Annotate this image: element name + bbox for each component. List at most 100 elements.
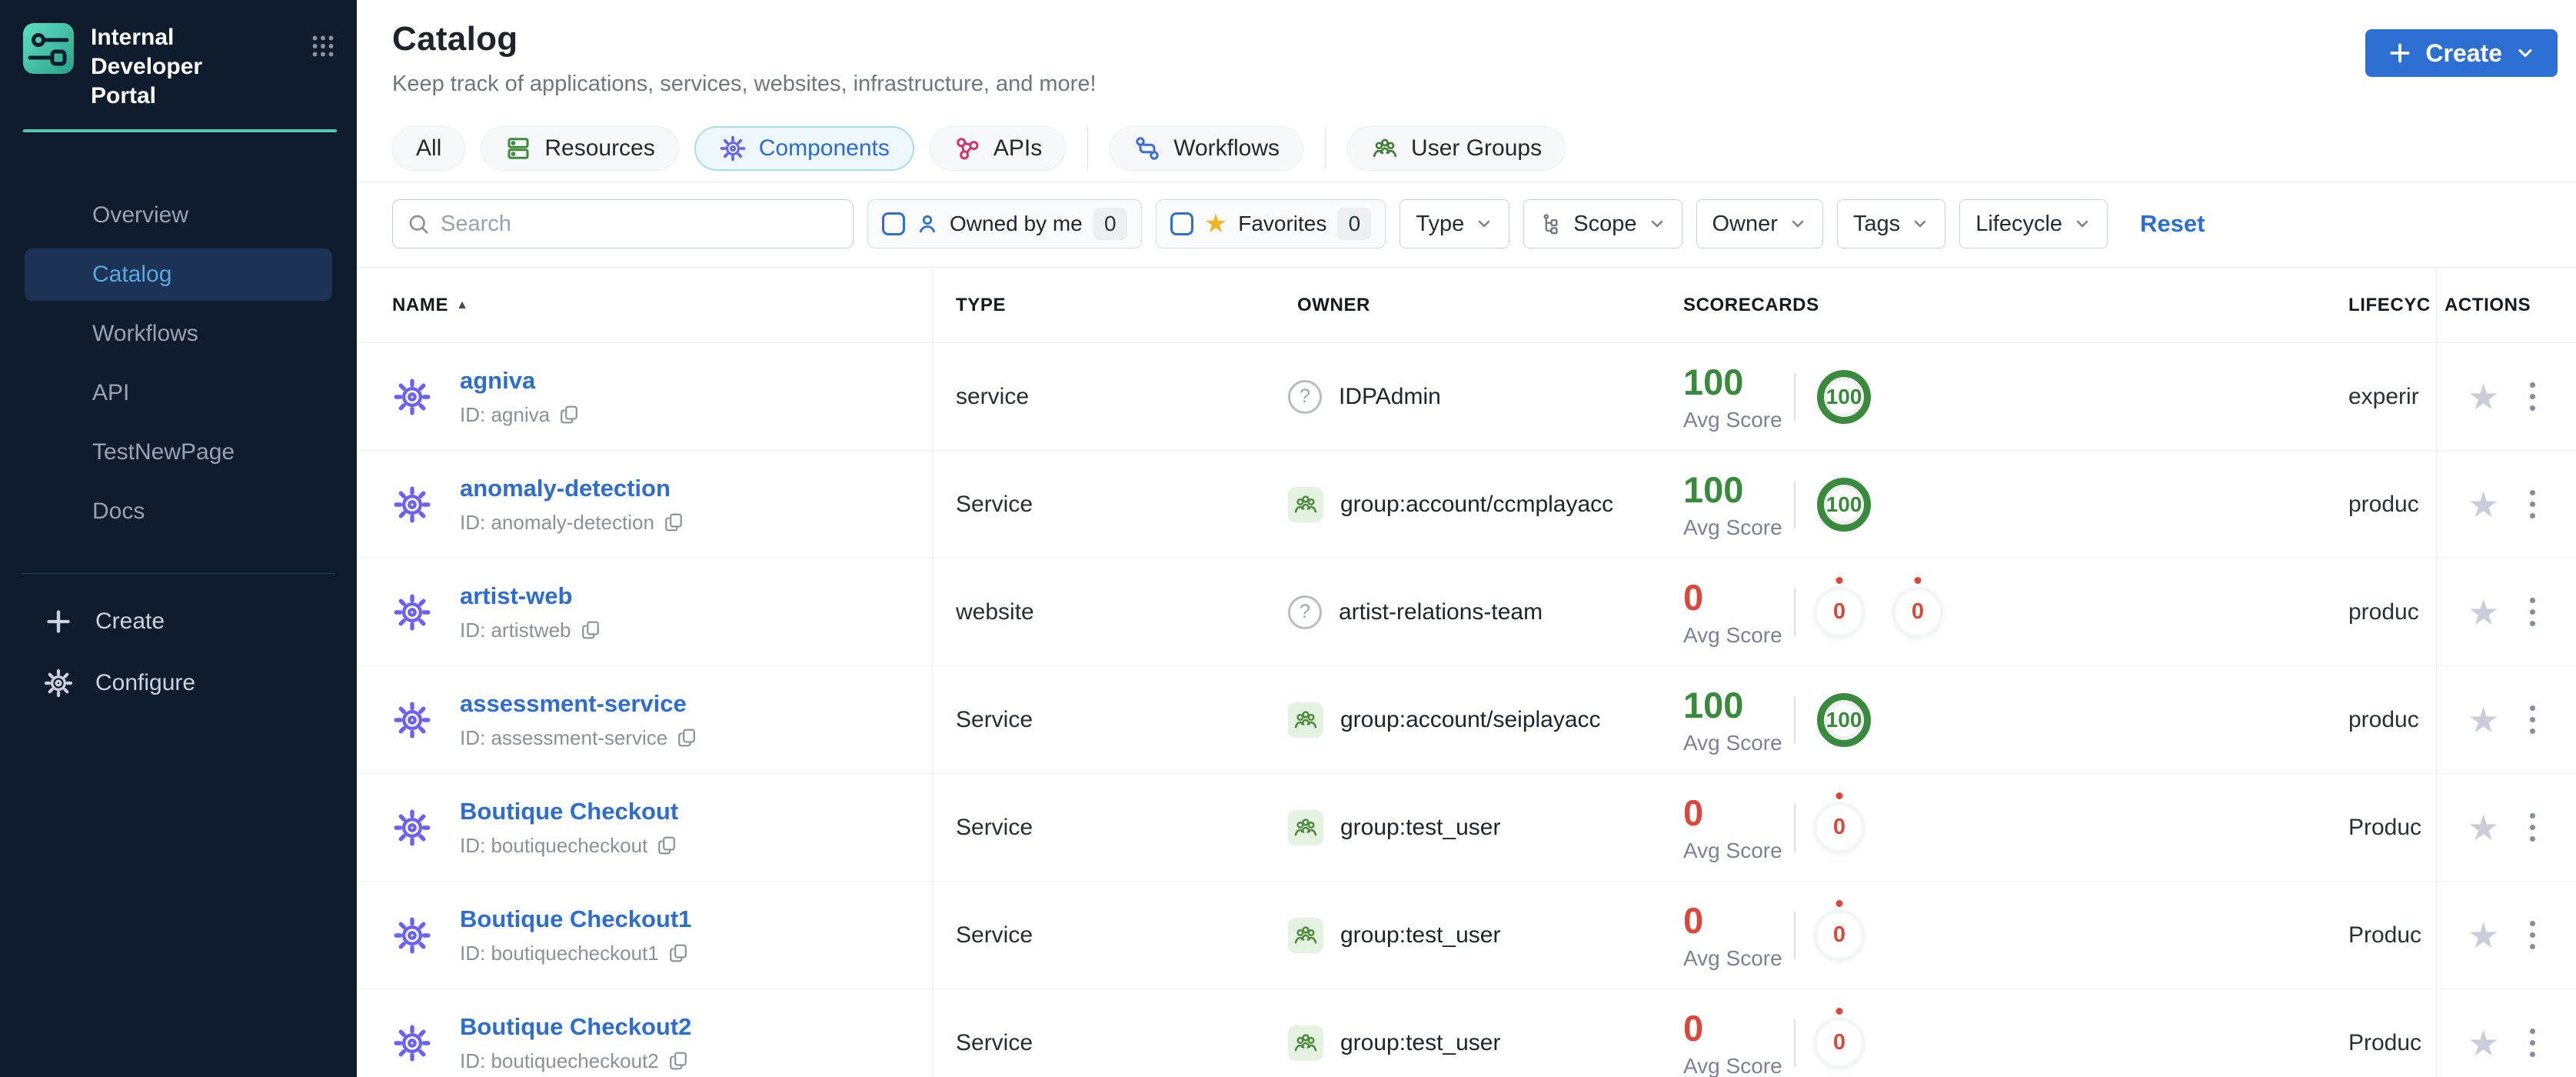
- reset-filters-link[interactable]: Reset: [2140, 210, 2205, 238]
- favorite-star-icon[interactable]: ★: [2468, 595, 2499, 630]
- scorecard-gauge[interactable]: 0: [1817, 576, 1862, 635]
- sidebar-item-catalog[interactable]: Catalog: [25, 248, 332, 301]
- copy-icon[interactable]: [664, 512, 684, 532]
- component-gear-icon: [392, 808, 432, 848]
- chevron-down-icon: [1648, 215, 1666, 233]
- scorecard-gauge[interactable]: 100: [1817, 692, 1871, 747]
- search-input[interactable]: [441, 211, 839, 237]
- kebab-menu-icon[interactable]: [2525, 701, 2540, 739]
- favorite-star-icon[interactable]: ★: [2468, 702, 2499, 738]
- scorecard-gauge[interactable]: 100: [1817, 369, 1871, 424]
- favorite-star-icon[interactable]: ★: [2468, 1025, 2499, 1061]
- entity-name-link[interactable]: Boutique Checkout1: [460, 905, 691, 933]
- copy-icon[interactable]: [657, 835, 677, 855]
- gear-icon: [43, 668, 74, 699]
- favorite-star-icon[interactable]: ★: [2468, 487, 2499, 522]
- create-button[interactable]: Create: [2365, 29, 2558, 77]
- tab-all-label: All: [416, 135, 442, 161]
- name-cell: Boutique Checkout ID: boutiquecheckout: [357, 774, 933, 881]
- entity-name-link[interactable]: Boutique Checkout: [460, 798, 678, 825]
- favorites-checkbox[interactable]: [1170, 212, 1193, 235]
- sidebar-configure-button[interactable]: Configure: [0, 657, 357, 709]
- column-header-actions: ACTIONS: [2436, 268, 2576, 342]
- copy-icon[interactable]: [559, 405, 579, 425]
- owner-name: group:test_user: [1340, 814, 1501, 840]
- scorecard-gauge[interactable]: 0: [1817, 792, 1862, 850]
- owner-cell: group:account/seiplayacc: [1276, 702, 1679, 738]
- table-row: Boutique Checkout ID: boutiquecheckout S…: [357, 774, 2576, 882]
- chevron-down-icon: [2073, 215, 2092, 233]
- score-divider: [1794, 911, 1796, 959]
- scorecard-gauge[interactable]: 0: [1817, 1007, 1862, 1065]
- kebab-menu-icon[interactable]: [2525, 378, 2540, 415]
- scope-dropdown[interactable]: Scope: [1523, 199, 1682, 248]
- owner-name: IDPAdmin: [1339, 383, 1441, 409]
- tab-all[interactable]: All: [392, 126, 466, 171]
- tab-components[interactable]: Components: [694, 126, 914, 171]
- favorites-filter[interactable]: ★ Favorites 0: [1155, 199, 1386, 248]
- lifecycle-dropdown[interactable]: Lifecycle: [1959, 199, 2108, 248]
- entity-id: ID: boutiquecheckout1: [460, 941, 659, 965]
- entity-name-link[interactable]: assessment-service: [460, 690, 697, 718]
- favorite-star-icon[interactable]: ★: [2468, 918, 2499, 953]
- tab-user-groups[interactable]: User Groups: [1347, 126, 1566, 171]
- app-grid-icon[interactable]: [309, 32, 337, 60]
- type-cell: Service: [956, 706, 1033, 732]
- tab-apis[interactable]: APIs: [929, 126, 1067, 171]
- sidebar-item-workflows[interactable]: Workflows: [25, 308, 332, 360]
- entity-name-link[interactable]: anomaly-detection: [460, 475, 684, 502]
- copy-icon[interactable]: [581, 620, 601, 640]
- copy-icon[interactable]: [668, 943, 688, 963]
- column-header-name[interactable]: NAME ▲: [357, 268, 933, 342]
- name-cell: assessment-service ID: assessment-servic…: [357, 666, 933, 773]
- api-icon: [954, 135, 981, 162]
- component-gear-icon: [392, 592, 432, 632]
- scorecard-gauge[interactable]: 100: [1817, 477, 1871, 532]
- column-header-lifecycle: LIFECYC: [2348, 294, 2431, 315]
- type-dropdown[interactable]: Type: [1399, 199, 1510, 248]
- score-divider: [1794, 803, 1796, 852]
- kebab-menu-icon[interactable]: [2525, 1024, 2540, 1062]
- avg-score-value: 100: [1683, 685, 1744, 725]
- tab-workflows[interactable]: Workflows: [1110, 126, 1304, 171]
- kebab-menu-icon[interactable]: [2525, 593, 2540, 631]
- owner-dropdown[interactable]: Owner: [1696, 199, 1823, 248]
- sidebar-item-testnewpage[interactable]: TestNewPage: [25, 426, 332, 478]
- kebab-menu-icon[interactable]: [2525, 809, 2540, 846]
- favorite-star-icon[interactable]: ★: [2468, 379, 2499, 415]
- sidebar-create-button[interactable]: Create: [0, 595, 357, 648]
- kebab-menu-icon[interactable]: [2525, 916, 2540, 954]
- page-subtitle: Keep track of applications, services, we…: [392, 72, 1097, 96]
- entity-name-link[interactable]: agniva: [460, 367, 579, 395]
- entity-name-link[interactable]: artist-web: [460, 582, 601, 610]
- type-cell: Service: [956, 1029, 1033, 1055]
- tab-divider: [1325, 127, 1326, 170]
- group-owner-icon: [1288, 1025, 1323, 1061]
- tab-resources[interactable]: Resources: [481, 126, 679, 171]
- scorecards-cell: 0 Avg Score 0: [1679, 792, 2348, 863]
- copy-icon[interactable]: [677, 728, 697, 748]
- name-header-label: NAME: [392, 294, 449, 315]
- scorecard-gauge[interactable]: 0: [1895, 576, 1940, 635]
- search-icon: [407, 212, 430, 235]
- favorite-star-icon[interactable]: ★: [2468, 810, 2499, 845]
- sidebar-item-api[interactable]: API: [25, 367, 332, 419]
- sidebar-item-overview[interactable]: Overview: [25, 189, 332, 242]
- name-cell: Boutique Checkout2 ID: boutiquecheckout2: [357, 989, 933, 1077]
- type-dropdown-label: Type: [1416, 211, 1465, 236]
- copy-icon[interactable]: [668, 1051, 688, 1071]
- component-gear-icon: [392, 700, 432, 740]
- kebab-menu-icon[interactable]: [2525, 485, 2540, 523]
- scope-tree-icon: [1539, 212, 1563, 235]
- filter-bar: Owned by me 0 ★ Favorites 0 Type Scope O…: [357, 182, 2576, 268]
- owned-by-me-filter[interactable]: Owned by me 0: [867, 199, 1142, 248]
- sidebar-item-docs[interactable]: Docs: [25, 485, 332, 538]
- tags-dropdown[interactable]: Tags: [1836, 199, 1946, 248]
- scorecard-gauge[interactable]: 0: [1817, 899, 1862, 958]
- sidebar-divider: [22, 573, 335, 574]
- entity-name-link[interactable]: Boutique Checkout2: [460, 1013, 691, 1041]
- owned-by-me-checkbox[interactable]: [882, 212, 905, 235]
- scorecards-cell: 100 Avg Score 100: [1679, 468, 2348, 540]
- tab-resources-label: Resources: [544, 135, 655, 161]
- avg-score-label: Avg Score: [1683, 731, 1782, 755]
